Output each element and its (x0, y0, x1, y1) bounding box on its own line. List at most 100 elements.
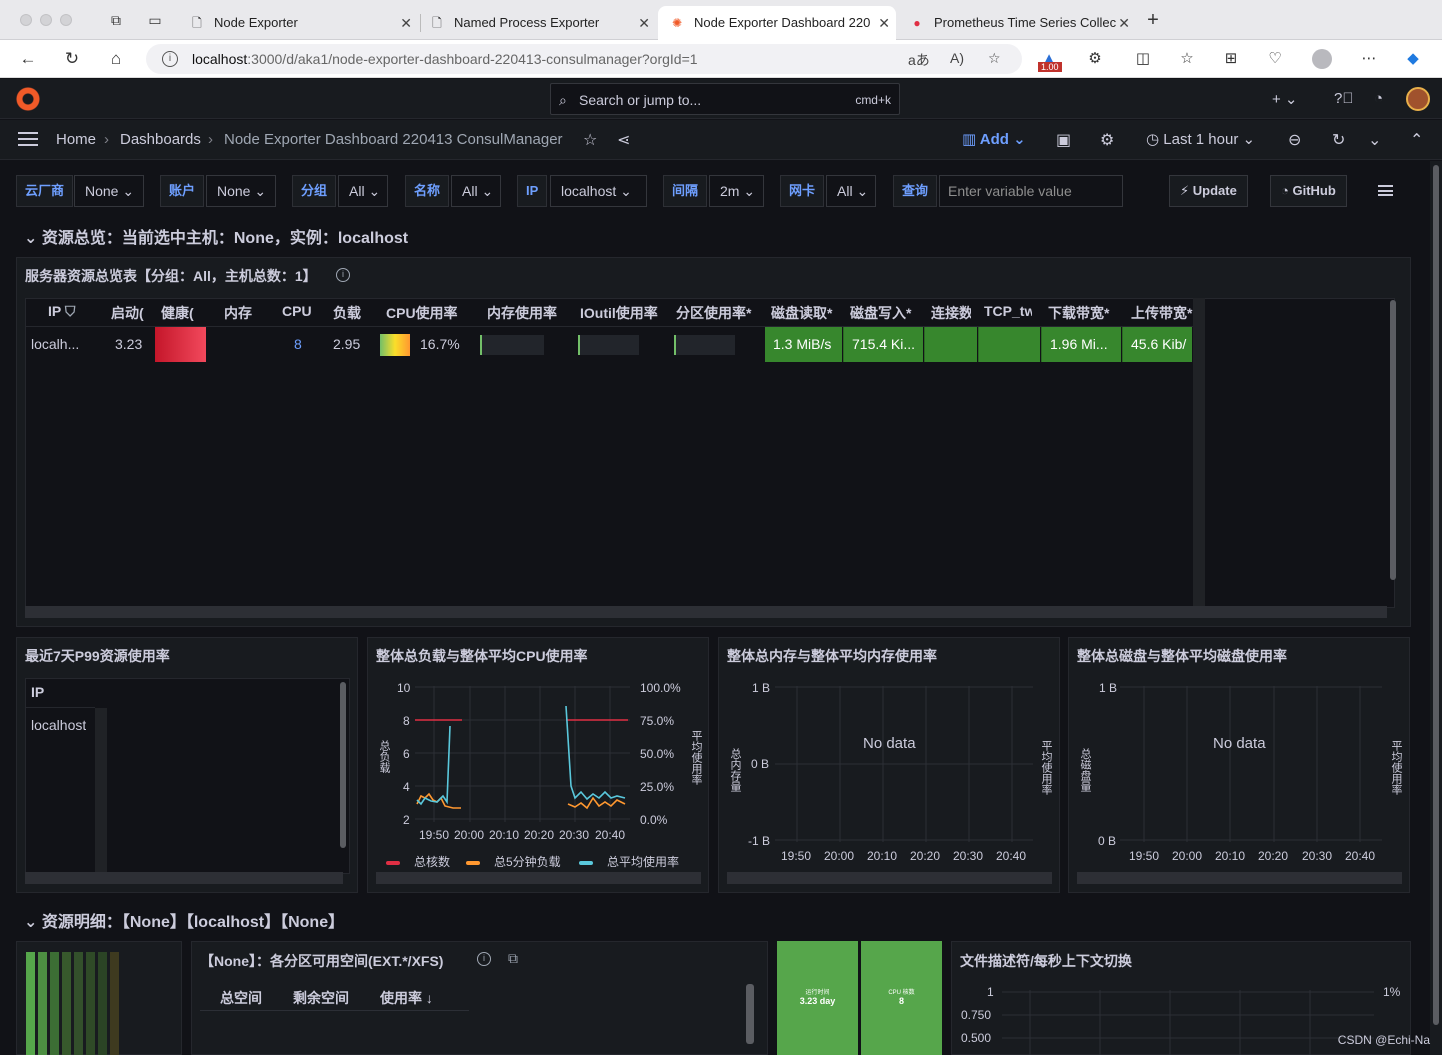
p99-vertical-scrollbar[interactable] (340, 682, 346, 848)
page-scrollbar[interactable] (1430, 161, 1442, 1055)
var-select-nic[interactable]: All ⌄ (826, 175, 876, 207)
info-icon[interactable]: i (477, 952, 491, 966)
close-tab-icon[interactable]: ✕ (1118, 6, 1130, 40)
partition-col-free[interactable]: 剩余空间 (293, 988, 349, 1008)
col-header-mem-usage[interactable]: 内存使用率 (487, 303, 557, 323)
col-header-upload[interactable]: 上传带宽* (1131, 303, 1192, 323)
legend-avg-usage[interactable]: 总平均使用率 (579, 853, 679, 870)
external-link-icon[interactable]: ⧉ (508, 950, 518, 967)
browser-tab-node-exporter[interactable]: 🗋 Node Exporter ✕ (178, 6, 418, 40)
refresh-icon[interactable]: ↻ (1332, 130, 1345, 150)
home-icon[interactable]: ⌂ (106, 49, 126, 69)
workspaces-icon[interactable]: ⧉ (108, 12, 124, 28)
var-select-name[interactable]: All ⌄ (451, 175, 501, 207)
cell-ip[interactable]: localh... (31, 327, 101, 362)
var-select-account[interactable]: None ⌄ (206, 175, 276, 207)
tab-actions-icon[interactable]: ▭ (147, 12, 163, 28)
col-header-uptime[interactable]: 启动( (111, 303, 144, 323)
url-field[interactable]: i localhost:3000/d/aka1/node-exporter-da… (146, 44, 1022, 74)
collections-icon[interactable]: ⊞ (1222, 50, 1240, 68)
row-resource-overview[interactable]: ⌄ 资源总览：当前选中主机：None，实例：localhost (24, 224, 408, 248)
user-avatar[interactable] (1406, 87, 1430, 111)
p99-col-ip[interactable]: IP (31, 684, 44, 700)
stat-uptime[interactable]: 运行时间 3.23 day (777, 941, 858, 1055)
col-header-cpu-usage[interactable]: CPU使用率 (386, 303, 458, 323)
menu-icon[interactable] (18, 132, 38, 146)
breadcrumb-home[interactable]: Home (56, 131, 96, 148)
fd-chart[interactable] (1002, 990, 1374, 1055)
settings-gear-icon[interactable]: ⚙ (1100, 130, 1114, 150)
window-zoom-button[interactable] (60, 14, 72, 26)
col-header-disk-read[interactable]: 磁盘读取* (771, 303, 832, 323)
stat-cpu-cores[interactable]: CPU 核数 8 (861, 941, 942, 1055)
new-plus-icon[interactable]: + ⌄ (1272, 90, 1298, 108)
time-range-picker[interactable]: ◷ Last 1 hour ⌄ (1146, 130, 1255, 148)
col-header-ip[interactable]: IP ⛉ (48, 303, 75, 320)
more-menu-icon[interactable]: ⋯ (1360, 50, 1378, 68)
col-header-tcp-tw[interactable]: TCP_tw (984, 303, 1032, 319)
share-icon[interactable]: ⋖ (617, 130, 630, 150)
partition-vertical-scrollbar[interactable] (746, 984, 754, 1044)
news-rss-icon[interactable]: ◔ (1374, 90, 1383, 107)
dashboard-links-menu-icon[interactable] (1378, 185, 1393, 196)
var-select-group[interactable]: All ⌄ (338, 175, 388, 207)
var-select-cloud[interactable]: None ⌄ (74, 175, 144, 207)
breadcrumb-dashboards[interactable]: Dashboards (120, 131, 201, 148)
favorites-icon[interactable]: ☆ (1178, 50, 1196, 68)
browser-tab-prometheus[interactable]: ● Prometheus Time Series Collec ✕ (898, 6, 1136, 40)
cell-cpu[interactable]: 8 (294, 327, 302, 362)
collapse-chevron-icon[interactable]: ⌃ (1410, 130, 1423, 150)
row-resource-detail[interactable]: ⌄ 资源明细：【None】【localhost】【None】 (24, 908, 344, 932)
query-variable-input[interactable] (939, 175, 1123, 207)
legend-total-cores[interactable]: 总核数 (386, 853, 450, 870)
refresh-interval-chevron-icon[interactable]: ⌄ (1368, 130, 1381, 150)
close-tab-icon[interactable]: ✕ (878, 6, 890, 40)
p99-row-ip[interactable]: localhost (31, 708, 86, 742)
col-header-cpu[interactable]: CPU (282, 303, 312, 319)
site-info-icon[interactable]: i (162, 51, 178, 67)
performance-icon[interactable]: ♡ (1266, 50, 1284, 68)
info-icon[interactable]: i (336, 268, 350, 282)
update-button[interactable]: ⚡ Update (1169, 175, 1248, 207)
copilot-icon[interactable]: ◆ (1404, 50, 1422, 68)
split-screen-icon[interactable]: ◫ (1134, 50, 1152, 68)
search-input[interactable]: ⌕ Search or jump to... cmd+k (550, 83, 900, 115)
back-icon[interactable]: ← (18, 49, 38, 69)
table-vertical-scrollbar[interactable] (1390, 300, 1396, 580)
var-select-interval[interactable]: 2m ⌄ (709, 175, 764, 207)
col-header-health[interactable]: 健康( (161, 303, 194, 323)
disk-chart[interactable] (1120, 686, 1382, 842)
disk-horizontal-scrollbar[interactable] (1077, 872, 1402, 884)
window-close-button[interactable] (20, 14, 32, 26)
close-tab-icon[interactable]: ✕ (638, 6, 650, 40)
new-tab-icon[interactable]: + (1145, 10, 1161, 30)
read-aloud-icon[interactable]: A) (950, 50, 964, 66)
zoom-out-icon[interactable]: ⊖ (1288, 130, 1301, 150)
col-header-download[interactable]: 下载带宽* (1048, 303, 1109, 323)
col-header-disk-write[interactable]: 磁盘写入* (850, 303, 911, 323)
extensions-puzzle-icon[interactable]: ⚙ (1086, 50, 1104, 68)
profile-avatar[interactable] (1312, 49, 1332, 69)
browser-tab-grafana-dashboard[interactable]: ✺ Node Exporter Dashboard 220 ✕ (658, 6, 896, 40)
col-header-memory[interactable]: 内存 (224, 303, 252, 323)
reload-icon[interactable]: ↻ (62, 49, 82, 69)
var-select-ip[interactable]: localhost ⌄ (550, 175, 647, 207)
github-button[interactable]: ◔ GitHub (1270, 175, 1347, 207)
mem-horizontal-scrollbar[interactable] (727, 872, 1052, 884)
col-header-partition[interactable]: 分区使用率* (676, 303, 751, 323)
partition-col-usage[interactable]: 使用率 ↓ (380, 988, 433, 1008)
load-horizontal-scrollbar[interactable] (376, 872, 701, 884)
load-cpu-chart[interactable] (415, 686, 630, 822)
partition-col-total[interactable]: 总空间 (220, 988, 262, 1008)
add-button[interactable]: ▥ Add ⌄ (962, 130, 1026, 148)
grafana-logo[interactable] (16, 87, 40, 111)
save-icon[interactable]: ▣ (1056, 130, 1071, 150)
window-minimize-button[interactable] (40, 14, 52, 26)
close-tab-icon[interactable]: ✕ (400, 6, 412, 40)
browser-tab-named-process[interactable]: 🗋 Named Process Exporter ✕ (418, 6, 656, 40)
table-horizontal-scrollbar[interactable] (25, 606, 1387, 618)
favorite-star-icon[interactable]: ☆ (988, 50, 1001, 67)
translate-icon[interactable]: aあ (908, 50, 930, 70)
col-header-load[interactable]: 负载 (333, 303, 361, 323)
legend-total-load5[interactable]: 总5分钟负载 (466, 853, 561, 870)
